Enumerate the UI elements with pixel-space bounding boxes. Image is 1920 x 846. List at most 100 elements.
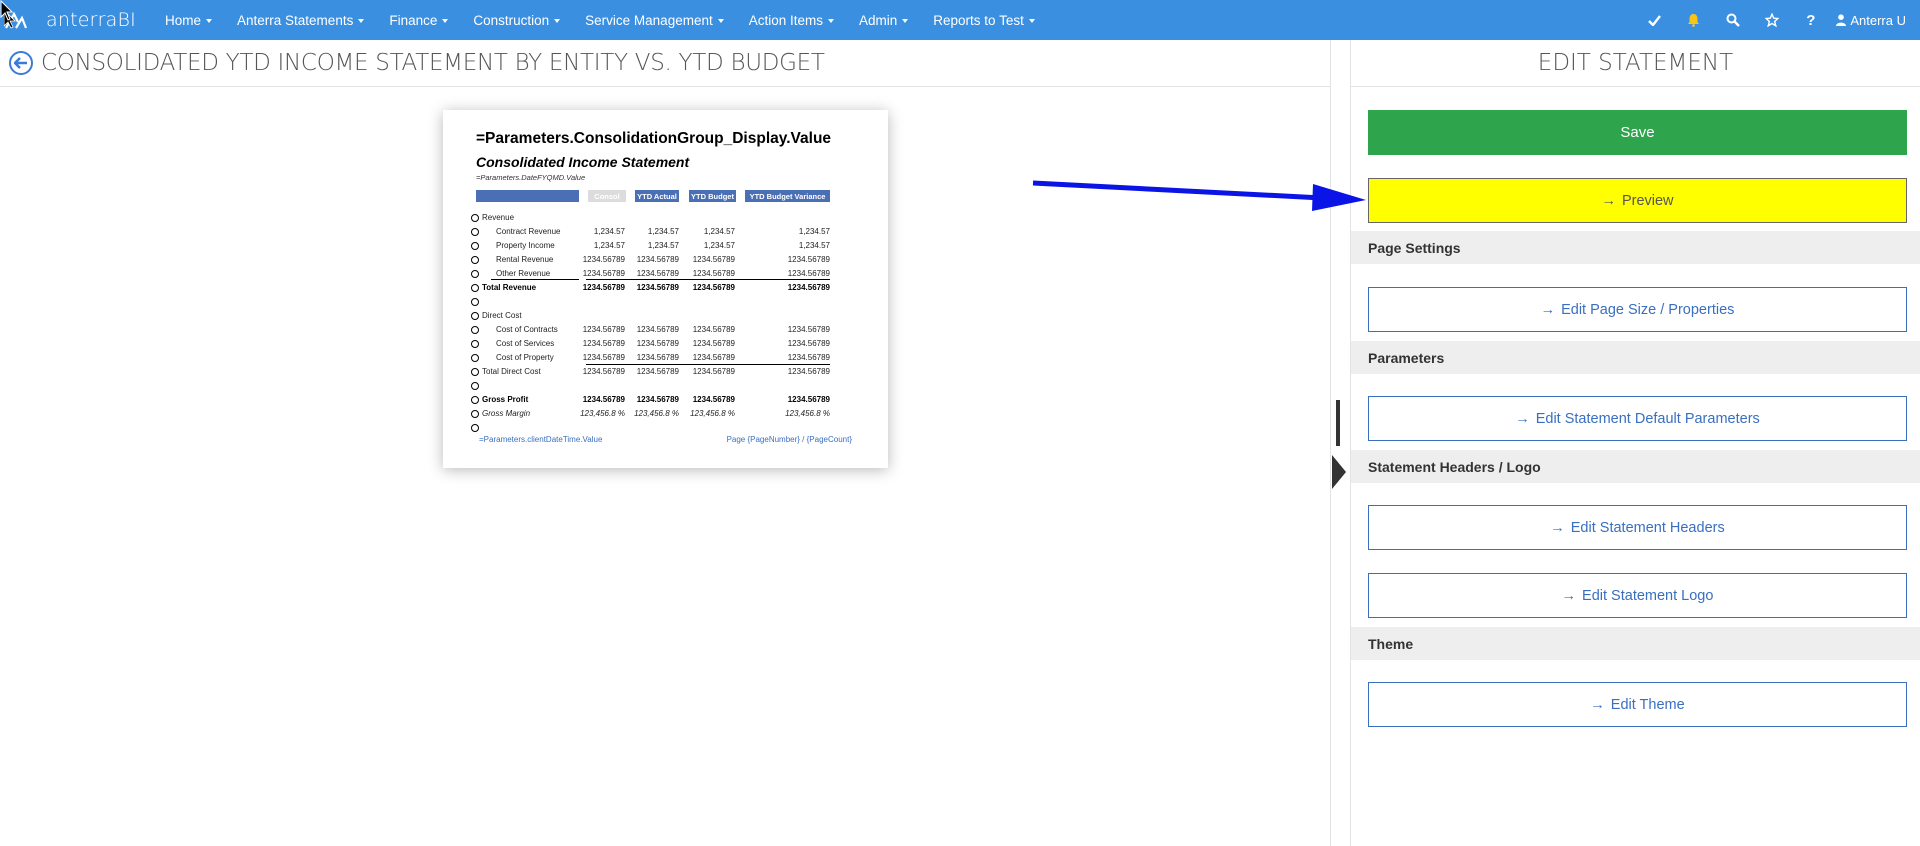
- preview-row-value: 1234.56789: [787, 255, 830, 264]
- nav-reports-to-test[interactable]: Reports to Test: [928, 0, 1055, 40]
- row-expand-icon[interactable]: [471, 382, 479, 390]
- preview-row: Cost of Contracts 1234.56789 1234.56789 123…: [471, 323, 866, 337]
- row-expand-icon[interactable]: [471, 396, 479, 404]
- preview-row-value: 1234.56789: [787, 353, 830, 362]
- edit-statement-headers-label: Edit Statement Headers: [1570, 519, 1725, 536]
- arrow-right-icon: →: [1540, 301, 1556, 318]
- nav-home-label: Home: [165, 12, 202, 28]
- nav-anterra-statements[interactable]: Anterra Statements: [232, 0, 384, 40]
- preview-row-label: Total Direct Cost: [482, 367, 541, 376]
- edit-theme-button[interactable]: → Edit Theme: [1368, 682, 1907, 727]
- preview-row-value: 1,234.57: [647, 241, 679, 250]
- page-header: CONSOLIDATED YTD INCOME STATEMENT BY ENT…: [0, 40, 1330, 87]
- arrow-right-icon: →: [1561, 587, 1577, 604]
- back-button[interactable]: [9, 51, 33, 75]
- nav-action-items[interactable]: Action Items: [744, 0, 854, 40]
- row-expand-icon[interactable]: [471, 214, 479, 222]
- save-button[interactable]: Save: [1368, 110, 1907, 155]
- panel-splitter[interactable]: [1330, 40, 1350, 846]
- preview-row-label: Total Revenue: [482, 283, 537, 292]
- section-parameters: Parameters: [1351, 341, 1920, 374]
- preview-row-value: 1234.56789: [692, 395, 735, 404]
- edit-theme-label: Edit Theme: [1610, 696, 1685, 713]
- preview-row-value: 1234.56789: [692, 325, 735, 334]
- row-expand-icon[interactable]: [471, 410, 479, 418]
- preview-row-label: Cost of Services: [496, 339, 555, 348]
- preview-row: Total Revenue 1234.56789 1234.56789 1234.56…: [471, 281, 866, 295]
- arrow-right-icon: →: [1550, 519, 1565, 536]
- preview-row: Cost of Services 1234.56789 1234.56789 1234…: [471, 337, 866, 351]
- chevron-down-icon: [206, 19, 213, 23]
- panel-title: EDIT STATEMENT: [1351, 40, 1920, 87]
- chevron-down-icon: [1028, 19, 1035, 23]
- section-page-settings: Page Settings: [1351, 231, 1920, 264]
- preview-row: Gross Margin 123,456.8 % 123,456.8 % 123,45…: [471, 407, 866, 421]
- preview-col-ytd-actual: YTD Actual: [635, 190, 679, 202]
- row-expand-icon[interactable]: [471, 312, 479, 320]
- search-icon[interactable]: [1713, 0, 1752, 40]
- row-expand-icon[interactable]: [471, 242, 479, 250]
- preview-row-value: 1234.56789: [582, 395, 625, 404]
- star-icon[interactable]: [1752, 0, 1791, 40]
- help-icon[interactable]: ?: [1791, 0, 1830, 40]
- row-expand-icon[interactable]: [471, 228, 479, 236]
- nav-construction[interactable]: Construction: [468, 0, 580, 40]
- edit-statement-headers-button[interactable]: → Edit Statement Headers: [1368, 505, 1907, 550]
- preview-row-value: 1,234.57: [798, 241, 830, 250]
- row-expand-icon[interactable]: [471, 270, 479, 278]
- splitter-handle[interactable]: [1336, 400, 1340, 446]
- user-name: Anterra U: [1850, 12, 1906, 28]
- row-expand-icon[interactable]: [471, 368, 479, 376]
- row-expand-icon[interactable]: [471, 298, 479, 306]
- preview-button[interactable]: → Preview: [1368, 178, 1907, 223]
- top-navbar: anterraBI Home Anterra Statements Financ…: [0, 0, 1920, 40]
- preview-row-value: 1,234.57: [593, 227, 625, 236]
- section-headers-logo: Statement Headers / Logo: [1351, 450, 1920, 483]
- preview-subtitle: Consolidated Income Statement: [476, 154, 690, 170]
- preview-row-value: 123,456.8 %: [580, 409, 625, 418]
- preview-row-label: Property Income: [496, 241, 555, 250]
- preview-row-label: Cost of Contracts: [496, 325, 558, 334]
- nav-anterra-statements-label: Anterra Statements: [237, 12, 354, 28]
- section-theme: Theme: [1351, 627, 1920, 660]
- preview-row-value: 1,234.57: [647, 227, 679, 236]
- preview-row-label: Rental Revenue: [496, 255, 554, 264]
- nav-admin[interactable]: Admin: [854, 0, 928, 40]
- row-expand-icon[interactable]: [471, 424, 479, 432]
- preview-row-value: 1,234.57: [703, 227, 735, 236]
- edit-default-parameters-button[interactable]: → Edit Statement Default Parameters: [1368, 396, 1907, 441]
- row-expand-icon[interactable]: [471, 256, 479, 264]
- brand[interactable]: anterraBI: [0, 0, 160, 40]
- preview-row-value: 1234.56789: [692, 283, 735, 292]
- page-title: CONSOLIDATED YTD INCOME STATEMENT BY ENT…: [41, 50, 825, 76]
- edit-page-size-button[interactable]: → Edit Page Size / Properties: [1368, 287, 1907, 332]
- nav-service-management[interactable]: Service Management: [580, 0, 744, 40]
- nav-construction-label: Construction: [473, 12, 550, 28]
- preview-row: Property Income 1,234.57 1,234.57 1,234.57 1…: [471, 239, 866, 253]
- arrow-left-icon: [14, 57, 27, 69]
- preview-row-value: 1234.56789: [636, 353, 679, 362]
- total-revenue-rule: [586, 279, 830, 280]
- edit-statement-logo-button[interactable]: → Edit Statement Logo: [1368, 573, 1907, 618]
- row-expand-icon[interactable]: [471, 354, 479, 362]
- row-expand-icon[interactable]: [471, 340, 479, 348]
- collapse-panel-icon[interactable]: [1332, 455, 1346, 489]
- check-icon[interactable]: [1635, 0, 1674, 40]
- preview-col-consol: Consol: [588, 190, 626, 202]
- user-menu[interactable]: Anterra U: [1830, 0, 1920, 40]
- nav-finance[interactable]: Finance: [384, 0, 468, 40]
- row-expand-icon[interactable]: [471, 284, 479, 292]
- bell-icon[interactable]: [1674, 0, 1713, 40]
- preview-row-value: 1234.56789: [692, 269, 735, 278]
- preview-row-value: 1234.56789: [582, 255, 625, 264]
- nav-finance-label: Finance: [389, 12, 438, 28]
- nav-reports-to-test-label: Reports to Test: [933, 12, 1024, 28]
- row-expand-icon[interactable]: [471, 326, 479, 334]
- edit-default-parameters-label: Edit Statement Default Parameters: [1535, 410, 1760, 427]
- nav-home[interactable]: Home: [160, 0, 232, 40]
- preview-row-value: 1,234.57: [593, 241, 625, 250]
- preview-row: [471, 295, 866, 309]
- preview-footer-page: Page {PageNumber} / {PageCount}: [726, 435, 852, 444]
- preview-footer-datetime: =Parameters.clientDateTime.Value: [479, 435, 603, 444]
- total-direct-cost-rule: [586, 364, 830, 365]
